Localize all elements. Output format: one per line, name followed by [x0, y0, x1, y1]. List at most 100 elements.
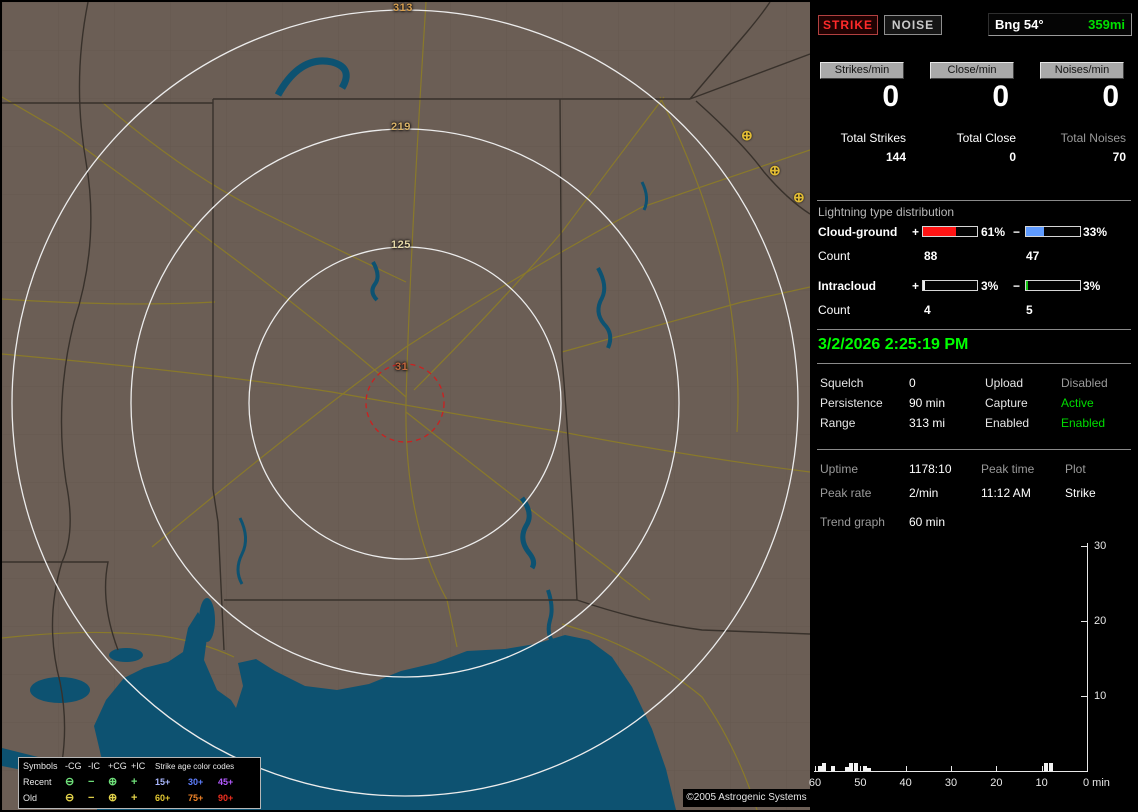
- x-tick-label: 0 min: [1083, 777, 1110, 789]
- cloud-ground-label: Cloud-ground: [818, 225, 898, 239]
- x-tick: [905, 766, 907, 771]
- cg-plus-bar: [922, 226, 978, 237]
- total-close-value: 0: [1009, 150, 1016, 164]
- total-close-label: Total Close: [956, 131, 1016, 145]
- strike-toggle-button[interactable]: STRIKE: [818, 15, 878, 35]
- x-tick-label: 40: [899, 777, 912, 789]
- legend-col-neg-ic: -IC: [88, 761, 100, 771]
- divider: [817, 449, 1131, 450]
- neg-cg-recent-icon: ⊖: [65, 776, 75, 788]
- trend-bar: [862, 765, 867, 771]
- bearing-range-readout: Bng 54° 359mi: [988, 13, 1132, 36]
- map-legend: Symbols -CG -IC +CG +IC Strike age color…: [18, 757, 261, 809]
- close-per-min-header[interactable]: Close/min: [930, 62, 1014, 79]
- plot-value: Strike: [1065, 486, 1096, 500]
- ring-label-219: 219: [391, 121, 411, 133]
- trend-graph: 10 20 30 60 50 40 30 20 10 0 min: [809, 536, 1138, 792]
- y-tick: [1081, 546, 1087, 547]
- squelch-label: Squelch: [820, 376, 864, 390]
- divider: [817, 200, 1131, 201]
- peak-rate-value: 2/min: [909, 486, 939, 500]
- persistence-value: 90 min: [909, 396, 946, 410]
- bearing-distance-value: 359mi: [1088, 17, 1125, 32]
- ic-minus-bar: [1025, 280, 1081, 291]
- ic-minus-count: 5: [1026, 303, 1033, 317]
- pos-cg-recent-icon: ⊕: [108, 776, 118, 788]
- total-noises-label: Total Noises: [1060, 131, 1126, 145]
- x-axis: [814, 771, 1088, 772]
- uptime-label: Uptime: [820, 462, 859, 476]
- ic-plus-percent: 3%: [981, 279, 999, 293]
- x-tick: [1087, 766, 1088, 771]
- divider: [817, 329, 1131, 330]
- cg-minus-fill: [1026, 227, 1044, 236]
- distribution-title: Lightning type distribution: [818, 205, 955, 219]
- total-strikes-value: 144: [885, 150, 906, 164]
- x-tick: [860, 766, 862, 771]
- trend-bar: [844, 767, 849, 771]
- bearing-value: Bng 54°: [995, 17, 1044, 32]
- noises-per-min-value: 0: [1102, 80, 1119, 113]
- peak-rate-label: Peak rate: [820, 486, 872, 500]
- minus-sign: −: [1013, 279, 1021, 293]
- noise-toggle-button[interactable]: NOISE: [884, 15, 942, 35]
- x-tick-label: 30: [944, 777, 958, 789]
- clock: 3/2/2026 2:25:19 PM: [818, 336, 969, 353]
- peak-time-label: Peak time: [981, 462, 1035, 476]
- pos-ic-recent-icon: +: [131, 776, 138, 788]
- ring-label-125: 125: [391, 239, 411, 251]
- cg-minus-percent: 33%: [1083, 225, 1108, 239]
- strikes-per-min-value: 0: [882, 80, 899, 113]
- ic-plus-fill: [923, 281, 925, 290]
- legend-col-pos-ic: +IC: [131, 761, 146, 771]
- copyright-notice: ©2005 Astrogenic Systems: [683, 789, 810, 807]
- uptime-value: 1178:10: [909, 462, 952, 476]
- capture-status: Active: [1061, 396, 1094, 410]
- strike-symbol-icon: ⊕: [793, 189, 805, 205]
- ic-minus-fill: [1026, 281, 1028, 290]
- age-15: 15+: [155, 777, 171, 787]
- x-tick-label: 50: [854, 777, 867, 789]
- trend-bar: [853, 762, 858, 771]
- strike-symbol-icon: ⊕: [741, 127, 753, 143]
- y-tick: [1081, 696, 1087, 697]
- y-tick-label: 20: [1094, 615, 1107, 627]
- minus-sign: −: [1013, 225, 1021, 239]
- status-panel: STRIKE NOISE Bng 54° 359mi Strikes/min C…: [809, 0, 1138, 812]
- cg-plus-count: 88: [924, 249, 938, 263]
- intracloud-count-row: Count 4 5: [812, 303, 1138, 317]
- y-axis: [1087, 543, 1088, 772]
- strike-symbol-icon: ⊕: [769, 162, 781, 178]
- age-30: 30+: [188, 777, 204, 787]
- trend-bar: [831, 765, 836, 771]
- peak-time-value: 11:12 AM: [981, 486, 1031, 500]
- ic-plus-bar: [922, 280, 978, 291]
- lightning-map[interactable]: 313 219 125 31 ⊕ ⊕ ⊕ Symbols -CG -IC +CG +…: [2, 2, 810, 810]
- upload-label: Upload: [985, 376, 1024, 390]
- total-strikes-label: Total Strikes: [840, 131, 906, 145]
- trend-graph-label: Trend graph: [820, 515, 885, 529]
- ring-label-313: 313: [393, 2, 413, 14]
- divider: [817, 363, 1131, 364]
- age-45: 45+: [218, 777, 234, 787]
- cg-minus-count: 47: [1026, 249, 1040, 263]
- neg-ic-old-icon: −: [88, 792, 95, 804]
- x-tick: [815, 766, 816, 771]
- y-tick-label: 30: [1094, 540, 1107, 552]
- strikes-per-min-header[interactable]: Strikes/min: [820, 62, 904, 79]
- pos-ic-old-icon: +: [131, 792, 138, 804]
- range-label: Range: [820, 416, 856, 430]
- trend-bar: [1048, 762, 1053, 771]
- intracloud-label: Intracloud: [818, 279, 877, 293]
- legend-row-old-label: Old: [23, 793, 38, 803]
- legend-title: Symbols: [23, 761, 58, 771]
- x-tick: [996, 766, 998, 771]
- trend-bar: [822, 762, 827, 771]
- legend-row-recent-label: Recent: [23, 777, 52, 787]
- app-window: { "map": { "ring_labels": [ {"text": "31…: [0, 0, 1138, 812]
- noises-per-min-header[interactable]: Noises/min: [1040, 62, 1124, 79]
- neg-cg-old-icon: ⊖: [65, 792, 75, 804]
- cg-plus-fill: [923, 227, 956, 236]
- pos-cg-old-icon: ⊕: [108, 792, 118, 804]
- capture-label: Capture: [985, 396, 1028, 410]
